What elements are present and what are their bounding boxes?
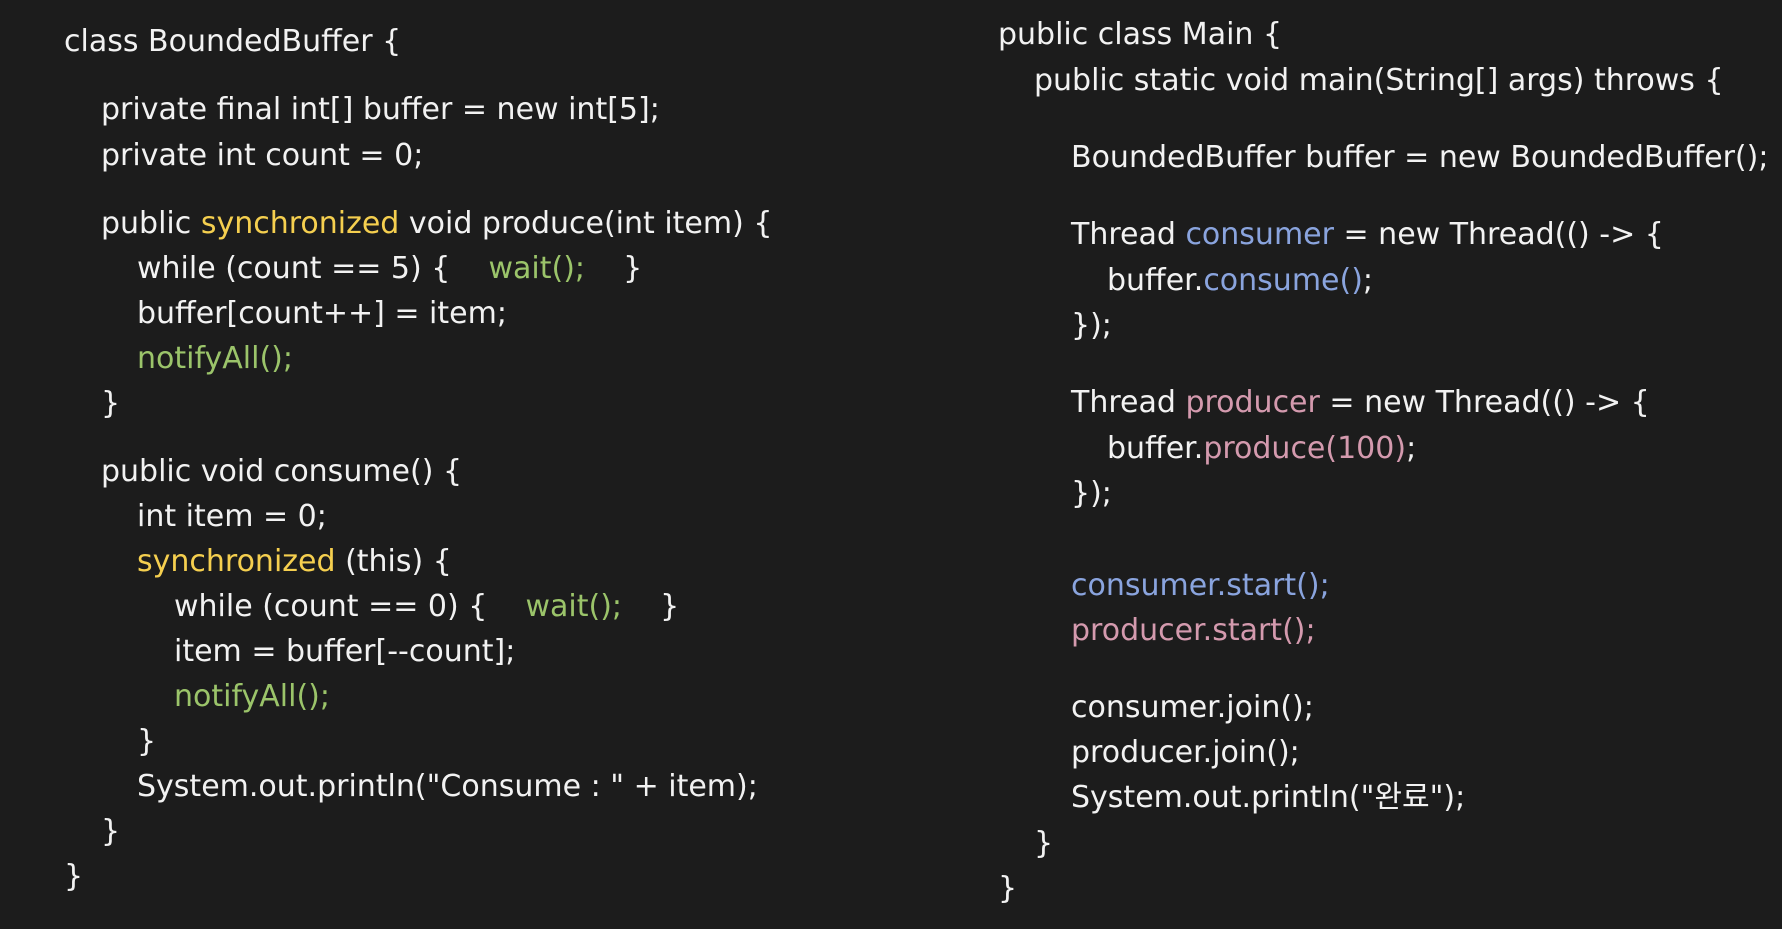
code-token: notifyAll(); — [174, 679, 330, 714]
code-token: buffer. — [1107, 431, 1204, 466]
code-token: ; — [1406, 431, 1417, 466]
code-line: buffer[count++] = item; — [137, 296, 507, 332]
code-line: } — [137, 724, 156, 760]
code-token: (this) { — [335, 544, 452, 579]
code-line: } — [1034, 826, 1053, 862]
code-line: } — [998, 871, 1017, 907]
code-line: synchronized (this) { — [137, 544, 452, 580]
code-line: public synchronized void produce(int ite… — [101, 206, 772, 242]
code-line: } — [101, 386, 120, 422]
code-line: producer.start(); — [1071, 613, 1316, 649]
code-token: public class Main { — [998, 17, 1283, 52]
code-token: produce(100) — [1203, 431, 1407, 466]
code-line: public class Main { — [998, 17, 1282, 53]
code-token: Thread — [1071, 217, 1186, 252]
code-line: public void consume() { — [101, 454, 462, 490]
code-token: notifyAll(); — [137, 341, 293, 376]
code-token: public void consume() { — [101, 454, 463, 489]
code-line: while (count == 5) { wait(); } — [137, 251, 642, 287]
code-token: void produce(int item) { — [399, 206, 773, 241]
code-token: } — [998, 871, 1018, 906]
code-line: consumer.join(); — [1071, 690, 1314, 726]
code-line: private int count = 0; — [101, 138, 423, 174]
code-token: public — [101, 206, 201, 241]
code-token: synchronized — [137, 544, 336, 579]
code-line: Thread consumer = new Thread(() -> { — [1071, 217, 1664, 253]
code-token: consumer — [1185, 217, 1334, 252]
code-slide: class BoundedBuffer { private final int[]… — [0, 0, 1782, 929]
code-line: }); — [1071, 476, 1112, 512]
code-line: System.out.println("Consume : " + item); — [137, 769, 758, 805]
code-token: buffer[count++] = item; — [137, 296, 507, 331]
code-token: = new Thread(() -> { — [1333, 217, 1664, 252]
code-token: item = buffer[--count]; — [174, 634, 516, 669]
code-line: class BoundedBuffer { — [64, 24, 401, 60]
code-token: class BoundedBuffer { — [64, 24, 402, 59]
code-token: while (count == 5) { — [137, 251, 489, 286]
code-token: wait(); — [525, 589, 623, 624]
code-token: producer.join(); — [1071, 735, 1300, 770]
code-token: private int count = 0; — [101, 138, 424, 173]
code-token: } — [1034, 826, 1054, 861]
code-line: while (count == 0) { wait(); } — [174, 589, 679, 625]
code-token: public static void main(String[] args) t… — [1034, 63, 1724, 98]
code-line: producer.join(); — [1071, 735, 1300, 771]
code-line: BoundedBuffer buffer = new BoundedBuffer… — [1071, 140, 1768, 176]
code-token: consumer.join(); — [1071, 690, 1314, 725]
code-token: while (count == 0) { — [174, 589, 526, 624]
code-token: }); — [1071, 476, 1112, 511]
code-token: synchronized — [200, 206, 400, 241]
code-token: System.out.println("완료"); — [1071, 780, 1466, 815]
code-token: wait(); — [488, 251, 586, 286]
code-token: private final int[] buffer = new int[5]; — [101, 92, 660, 127]
code-token: producer.start(); — [1071, 613, 1316, 648]
code-token: } — [101, 386, 121, 421]
code-token: ; — [1362, 263, 1374, 298]
code-token: } — [137, 724, 157, 759]
code-line: } — [101, 814, 120, 850]
code-line: notifyAll(); — [174, 679, 330, 715]
code-line: notifyAll(); — [137, 341, 293, 377]
code-line: int item = 0; — [137, 499, 327, 535]
code-token: System.out.println("Consume : " + item); — [137, 769, 758, 804]
code-token: consume() — [1203, 263, 1363, 298]
code-token: } — [622, 589, 680, 624]
code-line: private final int[] buffer = new int[5]; — [101, 92, 660, 128]
code-token: } — [585, 251, 643, 286]
code-token: } — [101, 814, 121, 849]
code-token: producer — [1185, 385, 1320, 420]
code-line: Thread producer = new Thread(() -> { — [1071, 385, 1650, 421]
code-line: item = buffer[--count]; — [174, 634, 515, 670]
code-line: buffer.produce(100); — [1107, 431, 1416, 467]
code-token: buffer. — [1107, 263, 1204, 298]
code-token: BoundedBuffer buffer = new BoundedBuffer… — [1071, 140, 1769, 175]
code-token: }); — [1071, 308, 1112, 343]
code-line: System.out.println("완료"); — [1071, 780, 1465, 816]
code-line: buffer.consume(); — [1107, 263, 1373, 299]
code-line: }); — [1071, 308, 1112, 344]
code-token: int item = 0; — [137, 499, 327, 534]
code-token: Thread — [1071, 385, 1186, 420]
code-line: } — [64, 859, 83, 895]
code-token: } — [64, 859, 84, 894]
code-token: consumer.start(); — [1071, 568, 1330, 603]
code-token: = new Thread(() -> { — [1319, 385, 1650, 420]
code-line: public static void main(String[] args) t… — [1034, 63, 1724, 99]
code-line: consumer.start(); — [1071, 568, 1330, 604]
